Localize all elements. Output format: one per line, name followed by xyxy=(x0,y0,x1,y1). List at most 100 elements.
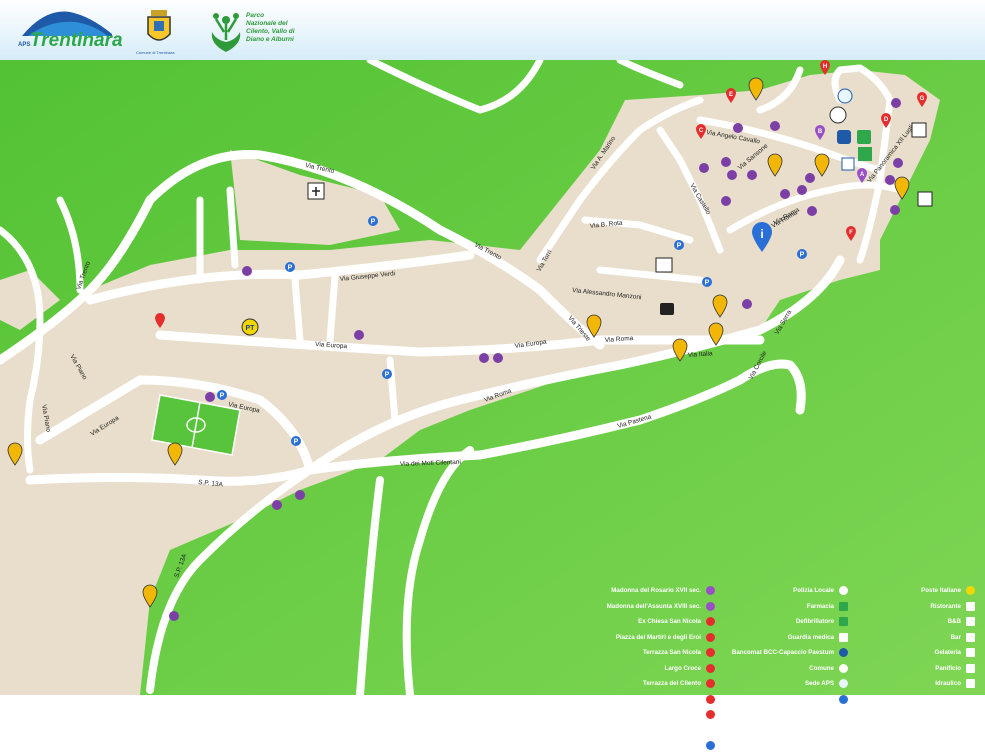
shop-icon[interactable] xyxy=(699,163,709,173)
pharmacy-icon xyxy=(839,601,848,611)
shop-icon[interactable] xyxy=(780,189,790,199)
legend-item: Cilento in volo xyxy=(690,738,848,754)
pin-letter: C xyxy=(699,128,704,134)
playground-icon xyxy=(839,725,848,735)
building-materials-icon xyxy=(966,710,975,720)
shop-icon[interactable] xyxy=(890,205,900,215)
legend-item: Poste Italiane xyxy=(860,583,975,599)
aps-seat-icon xyxy=(839,679,848,689)
shop-icon[interactable] xyxy=(770,121,780,131)
police-icon[interactable] xyxy=(841,157,855,171)
legend-label: Bancomat BCC-Capaccio Paestum xyxy=(731,649,834,657)
playground-icon[interactable] xyxy=(911,122,927,138)
legend-label: Ristorante xyxy=(930,602,961,610)
legend-item: Cimitero xyxy=(540,723,715,739)
parking-label: P xyxy=(288,265,293,272)
legend-label: Gelateria xyxy=(934,649,961,657)
park-name: Parco Nazionale del Cilento, Vallo di Di… xyxy=(246,12,295,43)
shop-icon[interactable] xyxy=(493,353,503,363)
legend-item: Madonna del Rosario XVII sec. xyxy=(540,583,715,599)
logo-small-text: APS xyxy=(18,42,31,48)
town-hall-icon[interactable] xyxy=(829,106,847,124)
legend-label: Idraulico xyxy=(935,680,961,688)
shop-icon[interactable] xyxy=(169,611,179,621)
paragliding-icon xyxy=(839,741,848,751)
legend-column-3: Poste Italiane Ristorante B&B Bar Gelate… xyxy=(860,583,975,754)
school-icon[interactable] xyxy=(655,257,673,273)
legend-item: Largo Croce xyxy=(540,661,715,677)
shop-icon[interactable] xyxy=(272,500,282,510)
legend-item: Materiali per l'edilizia xyxy=(860,707,975,723)
legend-item: Panificio xyxy=(860,661,975,677)
paragliding-icon[interactable] xyxy=(917,191,933,207)
medical-kit-icon[interactable] xyxy=(660,303,674,315)
pin-letter: G xyxy=(920,96,925,102)
shop-icon[interactable] xyxy=(893,158,903,168)
pin-letter: B xyxy=(818,129,823,135)
header-banner: APS Trentinara Comune di Trentinara Parc… xyxy=(0,0,985,60)
shop-icon[interactable] xyxy=(742,299,752,309)
shop-icon[interactable] xyxy=(797,185,807,195)
legend-label: Infopoint xyxy=(807,695,834,703)
parking-label: P xyxy=(294,439,299,446)
legend-item: Parcheggio xyxy=(540,738,715,754)
legend-item: Bancomat BCC-Capaccio Paestum xyxy=(690,645,848,661)
shop-icon[interactable] xyxy=(242,266,252,276)
pharmacy-icon[interactable] xyxy=(858,147,872,161)
town-hall-icon xyxy=(839,663,848,673)
legend-item: Polizia Locale xyxy=(690,583,848,599)
defibrillator-icon[interactable] xyxy=(857,130,871,144)
shop-icon[interactable] xyxy=(354,330,364,340)
bancomat-icon[interactable] xyxy=(837,130,851,144)
shop-icon[interactable] xyxy=(885,175,895,185)
parking-label: P xyxy=(371,219,376,226)
legend-item: B&B xyxy=(860,614,975,630)
legend-item: Madonna dell'Assunta XVIII sec. xyxy=(540,599,715,615)
shop-icon[interactable] xyxy=(733,123,743,133)
bar-icon xyxy=(966,632,975,642)
legend-label: Autoservizi xyxy=(927,726,961,734)
legend-column-1: Madonna del Rosario XVII sec. Madonna de… xyxy=(540,583,715,754)
shop-icon[interactable] xyxy=(891,98,901,108)
park-logo-icon xyxy=(211,13,241,52)
shop-icon[interactable] xyxy=(747,170,757,180)
legend-label: Panificio xyxy=(935,664,961,672)
legend-label: Farmacia xyxy=(806,602,834,610)
legend-label: Comune xyxy=(809,664,834,672)
aps-seat-icon[interactable] xyxy=(837,88,853,104)
map-area[interactable]: Via Trento Via Trento Via Giuseppe Verdi… xyxy=(0,60,985,751)
shop-icon[interactable] xyxy=(721,157,731,167)
legend-item: Ristorante xyxy=(860,599,975,615)
police-icon xyxy=(839,586,848,596)
legend-item: Altre attività xyxy=(860,738,975,754)
shop-icon[interactable] xyxy=(205,392,215,402)
legend-item: Terrazza San Nicola xyxy=(540,645,715,661)
bread-icon xyxy=(966,663,975,673)
other-activities-icon xyxy=(966,741,975,751)
bed-icon xyxy=(966,617,975,627)
shop-icon[interactable] xyxy=(727,170,737,180)
legend-label: Materiali per l'edilizia xyxy=(899,711,961,719)
bancomat-icon xyxy=(839,648,848,658)
shop-icon[interactable] xyxy=(479,353,489,363)
shop-icon[interactable] xyxy=(721,196,731,206)
legend-label: Bar xyxy=(950,633,961,641)
post-office-label: PT xyxy=(246,325,256,332)
legend-label: Scuola xyxy=(813,711,834,719)
shop-icon[interactable] xyxy=(295,490,305,500)
medical-kit-icon xyxy=(839,632,848,642)
legend-label: Piazza dei Martiri e degli Eroi xyxy=(615,633,701,641)
bicycle-icon xyxy=(966,694,975,704)
infopoint-icon xyxy=(839,694,848,704)
comune-caption: Comune di Trentinara xyxy=(136,50,175,55)
parking-label: P xyxy=(800,252,805,259)
legend-item: Comune xyxy=(690,661,848,677)
comune-crest-icon xyxy=(147,10,171,41)
shop-icon[interactable] xyxy=(807,206,817,216)
legend-item: Piazza dei Martiri e degli Eroi xyxy=(540,630,715,646)
legend-label: Altre attività xyxy=(925,742,961,750)
defibrillator-icon xyxy=(839,617,848,627)
legend-item: Bar xyxy=(860,630,975,646)
shop-icon[interactable] xyxy=(805,173,815,183)
legend-item: Defibrillatore xyxy=(690,614,848,630)
